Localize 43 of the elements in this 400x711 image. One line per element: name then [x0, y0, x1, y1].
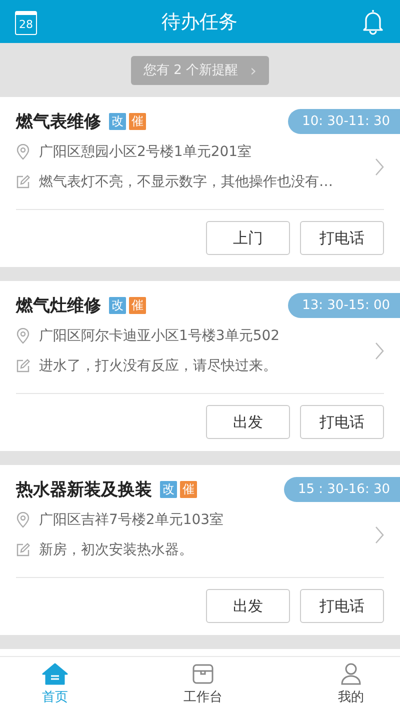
action-button[interactable]: 打电话 [300, 589, 384, 623]
person-icon [341, 662, 361, 684]
tag: 催 [129, 296, 146, 314]
note-text: 进水了，打火没有反应，请尽快过来。 [39, 357, 277, 375]
location-pin-icon [16, 512, 30, 528]
task-card[interactable]: 燃气表维修 改 催 10: 30-11: 30 广阳区憩园小区2号楼1单元201室 燃气表灯不亮，不显示数字，其他操作也没有… 上门 打电话 [0, 97, 400, 267]
tag: 催 [129, 112, 146, 130]
edit-icon [16, 175, 30, 189]
action-button[interactable]: 打电话 [300, 405, 384, 439]
location-pin-icon [16, 328, 30, 344]
address-text: 广阳区阿尔卡迪亚小区1号楼3单元502 [39, 327, 280, 345]
time-badge: 10: 30-11: 30 [288, 108, 400, 134]
action-button[interactable]: 出发 [206, 589, 290, 623]
task-title: 燃气表维修 [16, 110, 101, 132]
tab[interactable]: 我的 [330, 657, 372, 711]
chevron-right-icon[interactable] [375, 342, 384, 360]
edit-icon [16, 359, 30, 373]
task-card[interactable]: 燃气灶维修 改 催 13: 30-15: 00 广阳区阿尔卡迪亚小区1号楼3单元502 进水了，打火没有反应，请尽快过来。 出发 打电话 [0, 281, 400, 451]
action-button[interactable]: 出发 [206, 405, 290, 439]
chevron-right-icon[interactable] [375, 526, 384, 544]
toolbox-icon [192, 662, 214, 684]
task-title: 燃气灶维修 [16, 294, 101, 316]
note-text: 燃气表灯不亮，不显示数字，其他操作也没有… [39, 173, 333, 191]
location-pin-icon [16, 144, 30, 160]
tag: 改 [109, 296, 126, 314]
tag: 改 [160, 480, 177, 498]
action-button[interactable]: 上门 [206, 221, 290, 255]
time-badge: 13: 30-15: 00 [288, 292, 400, 318]
task-card[interactable]: 热水器新装及换装 改 催 15 : 30-16: 30 广阳区吉祥7号楼2单元103室 新房，初次安装热水器。 出发 打电话 [0, 465, 400, 635]
note-text: 新房，初次安装热水器。 [39, 541, 193, 559]
chevron-right-icon[interactable] [375, 158, 384, 176]
home-icon [42, 662, 68, 684]
edit-icon [16, 543, 30, 557]
time-badge: 15 : 30-16: 30 [284, 476, 400, 502]
tab[interactable]: 工作台 [176, 657, 230, 711]
address-text: 广阳区憩园小区2号楼1单元201室 [39, 143, 252, 161]
tag: 催 [180, 480, 197, 498]
address-text: 广阳区吉祥7号楼2单元103室 [39, 511, 224, 529]
action-button[interactable]: 打电话 [300, 221, 384, 255]
bell-icon[interactable] [362, 8, 384, 34]
page-title: 待办任务 [162, 10, 238, 34]
tag: 改 [109, 112, 126, 130]
task-title: 热水器新装及换装 [16, 478, 152, 500]
